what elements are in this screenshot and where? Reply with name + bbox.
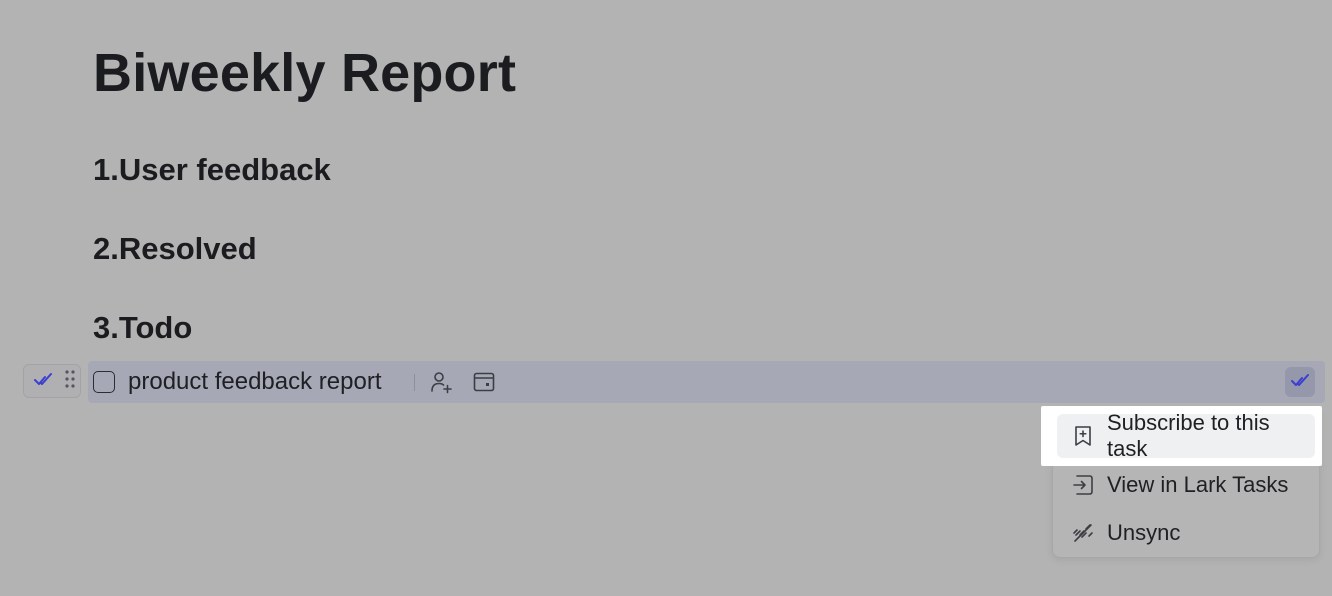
drag-handle-icon[interactable]: [64, 369, 76, 394]
block-handle[interactable]: [23, 364, 81, 398]
heading-resolved: 2.Resolved: [93, 231, 257, 266]
menu-item-unsync[interactable]: Unsync: [1057, 511, 1315, 555]
menu-item-label: View in Lark Tasks: [1107, 472, 1289, 497]
task-checkbox[interactable]: [93, 371, 115, 393]
menu-item-subscribe-to-this-task[interactable]: Subscribe to this task: [1057, 410, 1315, 461]
document-page: Biweekly Report 1.User feedback 2.Resolv…: [0, 0, 1332, 596]
open-external-icon: [1071, 473, 1095, 497]
heading-todo: 3.Todo: [93, 310, 193, 345]
task-check-icon: [1289, 369, 1311, 396]
bookmark-plus-icon: [1071, 424, 1095, 448]
document-title: Biweekly Report: [93, 43, 517, 103]
due-date-icon[interactable]: [472, 370, 496, 394]
task-title[interactable]: product feedback report: [128, 368, 382, 396]
heading-user-feedback: 1.User feedback: [93, 152, 331, 187]
menu-item-label: Subscribe to this task: [1107, 410, 1270, 461]
task-check-icon[interactable]: [32, 368, 54, 395]
menu-item-view-in-lark-tasks[interactable]: View in Lark Tasks: [1057, 463, 1315, 507]
row-divider: [414, 374, 415, 391]
add-assignee-icon[interactable]: [429, 370, 453, 394]
task-badge[interactable]: [1285, 367, 1315, 397]
unlink-icon: [1071, 521, 1095, 545]
task-row[interactable]: product feedback report: [88, 361, 1325, 403]
menu-item-label: Unsync: [1107, 520, 1181, 545]
